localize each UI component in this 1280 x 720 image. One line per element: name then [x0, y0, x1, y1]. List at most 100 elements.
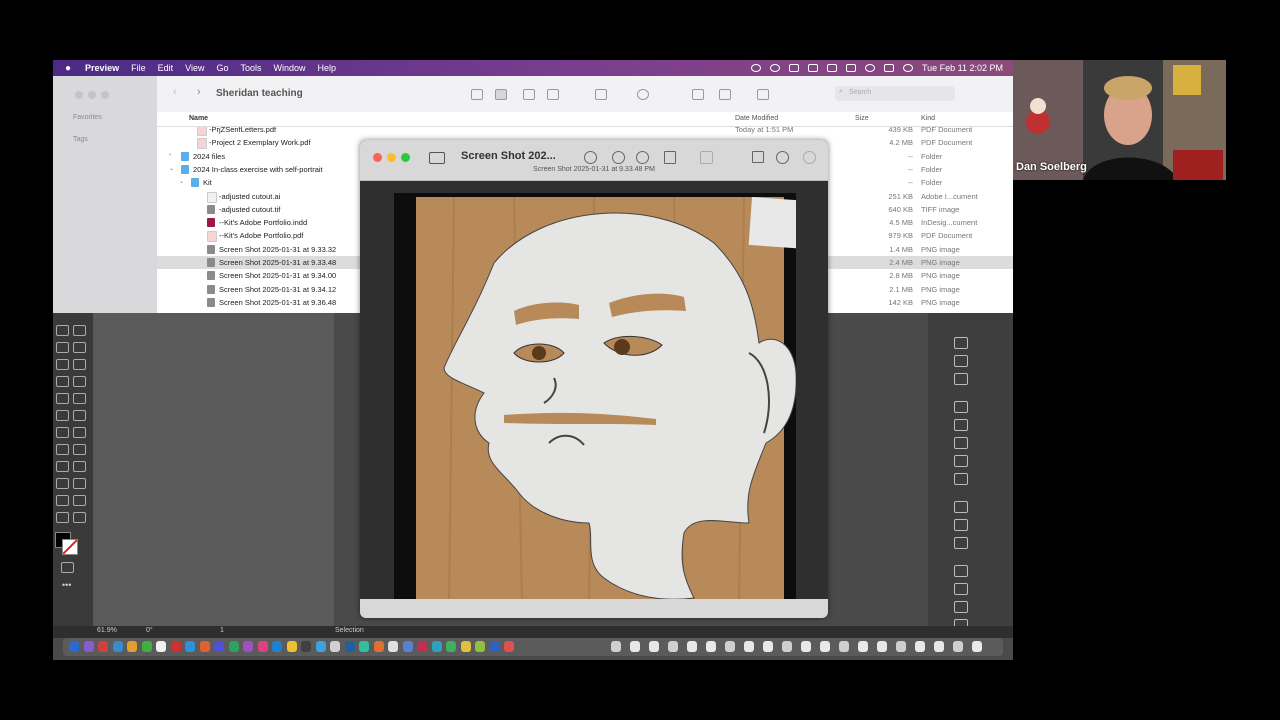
- dock-app-icon[interactable]: [489, 641, 500, 652]
- file-row[interactable]: -PrjZSerifLetters.pdf Today at 1:51 PM 439…: [157, 127, 1013, 136]
- back-icon[interactable]: ‹: [173, 86, 177, 98]
- play-icon[interactable]: [769, 64, 780, 72]
- minimize-button[interactable]: [387, 153, 396, 162]
- list-view-icon[interactable]: [495, 89, 507, 100]
- transform-panel-icon[interactable]: [954, 583, 968, 595]
- blend-tool-icon[interactable]: [73, 461, 86, 472]
- dock-app-icon[interactable]: [330, 641, 340, 652]
- minimize-button[interactable]: [88, 91, 96, 99]
- line-tool-icon[interactable]: [73, 342, 86, 353]
- eyedropper-tool-icon[interactable]: [56, 461, 69, 472]
- pen-tool-icon[interactable]: [56, 325, 69, 336]
- properties-panel-icon[interactable]: [954, 337, 968, 349]
- battery-icon[interactable]: [826, 64, 837, 72]
- dock-document-icon[interactable]: [611, 641, 621, 652]
- dock-document-icon[interactable]: [896, 641, 906, 652]
- dock-document-icon[interactable]: [725, 641, 735, 652]
- hand-tool-icon[interactable]: [56, 512, 69, 523]
- gallery-view-icon[interactable]: [547, 89, 559, 100]
- info-icon[interactable]: [584, 151, 597, 164]
- symbol-sprayer-tool-icon[interactable]: [56, 478, 69, 489]
- dock-document-icon[interactable]: [630, 641, 640, 652]
- type-tool-icon[interactable]: [56, 342, 69, 353]
- search-icon[interactable]: [864, 64, 875, 72]
- scale-tool-icon[interactable]: [73, 393, 86, 404]
- dock-document-icon[interactable]: [953, 641, 963, 652]
- artboard-number[interactable]: 1: [220, 627, 224, 634]
- dock-document-icon[interactable]: [649, 641, 659, 652]
- perspective-tool-icon[interactable]: [73, 427, 86, 438]
- menu-app-name[interactable]: Preview: [85, 63, 119, 73]
- dock-document-icon[interactable]: [934, 641, 944, 652]
- group-icon[interactable]: [595, 89, 607, 100]
- rotation-value[interactable]: 0°: [146, 627, 153, 634]
- dock-app-icon[interactable]: [446, 641, 456, 652]
- volume-icon[interactable]: [788, 64, 799, 72]
- dock-app-icon[interactable]: [475, 641, 485, 652]
- dropbox-icon[interactable]: [757, 89, 769, 100]
- rectangle-tool-icon[interactable]: [56, 359, 69, 370]
- dock-document-icon[interactable]: [668, 641, 678, 652]
- menu-file[interactable]: File: [131, 63, 146, 73]
- disclosure-triangle-icon[interactable]: ⌄: [169, 165, 174, 172]
- icon-view-icon[interactable]: [471, 89, 483, 100]
- dock-document-icon[interactable]: [915, 641, 925, 652]
- more-tools-icon[interactable]: •••: [62, 580, 71, 590]
- dock-document-icon[interactable]: [801, 641, 811, 652]
- dock-app-icon[interactable]: [214, 641, 224, 652]
- control-center-icon[interactable]: [883, 64, 894, 72]
- menu-edit[interactable]: Edit: [158, 63, 174, 73]
- sidebar-toggle-icon[interactable]: [429, 152, 445, 164]
- wifi-icon[interactable]: [845, 64, 856, 72]
- brush-tool-icon[interactable]: [73, 359, 86, 370]
- brushes-panel-icon[interactable]: [954, 401, 968, 413]
- export-panel-icon[interactable]: [954, 519, 968, 531]
- dock-app-icon[interactable]: [228, 641, 239, 652]
- dock-app-icon[interactable]: [185, 641, 195, 652]
- bluetooth-icon[interactable]: [807, 64, 818, 72]
- dock-app-icon[interactable]: [272, 641, 282, 652]
- dock-app-icon[interactable]: [112, 641, 123, 652]
- dock-app-icon[interactable]: [141, 641, 152, 652]
- zoom-tool-icon[interactable]: [73, 512, 86, 523]
- disclosure-triangle-icon[interactable]: ›: [169, 152, 171, 158]
- search-icon[interactable]: [803, 151, 816, 164]
- dock-document-icon[interactable]: [744, 641, 754, 652]
- dock-app-icon[interactable]: [69, 641, 79, 652]
- tag-icon[interactable]: [719, 89, 731, 100]
- color-panel-icon[interactable]: [954, 355, 968, 367]
- menu-window[interactable]: Window: [274, 63, 306, 73]
- zoom-level[interactable]: 61.9%: [97, 627, 117, 634]
- stroke-panel-icon[interactable]: [954, 437, 968, 449]
- dock-app-icon[interactable]: [83, 641, 94, 652]
- disclosure-triangle-icon[interactable]: ⌄: [179, 178, 184, 185]
- dock-app-icon[interactable]: [127, 641, 137, 652]
- rotate-icon[interactable]: [752, 151, 764, 163]
- column-view-icon[interactable]: [523, 89, 535, 100]
- zoom-button[interactable]: [401, 153, 410, 162]
- search-field[interactable]: ⌕ Search: [835, 86, 955, 101]
- slice-tool-icon[interactable]: [73, 495, 86, 506]
- dock-document-icon[interactable]: [687, 641, 697, 652]
- graphic-styles-panel-icon[interactable]: [954, 473, 968, 485]
- dock-app-icon[interactable]: [199, 641, 210, 652]
- dock-app-icon[interactable]: [170, 641, 181, 652]
- action-icon[interactable]: [637, 89, 649, 100]
- mesh-tool-icon[interactable]: [56, 444, 69, 455]
- menu-tools[interactable]: Tools: [240, 63, 261, 73]
- draw-mode-icon[interactable]: [61, 562, 74, 573]
- warp-tool-icon[interactable]: [56, 410, 69, 421]
- dock-document-icon[interactable]: [972, 641, 982, 652]
- dock-app-icon[interactable]: [417, 641, 427, 652]
- zoom-button[interactable]: [101, 91, 109, 99]
- dock-app-icon[interactable]: [431, 641, 442, 652]
- dock-app-icon[interactable]: [402, 641, 413, 652]
- stroke-swatch[interactable]: [62, 539, 78, 555]
- close-button[interactable]: [75, 91, 83, 99]
- rotate-tool-icon[interactable]: [56, 393, 69, 404]
- share-icon[interactable]: [664, 151, 676, 164]
- appearance-panel-icon[interactable]: [954, 455, 968, 467]
- siri-icon[interactable]: [902, 64, 913, 72]
- current-tool[interactable]: Selection: [335, 627, 364, 634]
- dock-document-icon[interactable]: [858, 641, 868, 652]
